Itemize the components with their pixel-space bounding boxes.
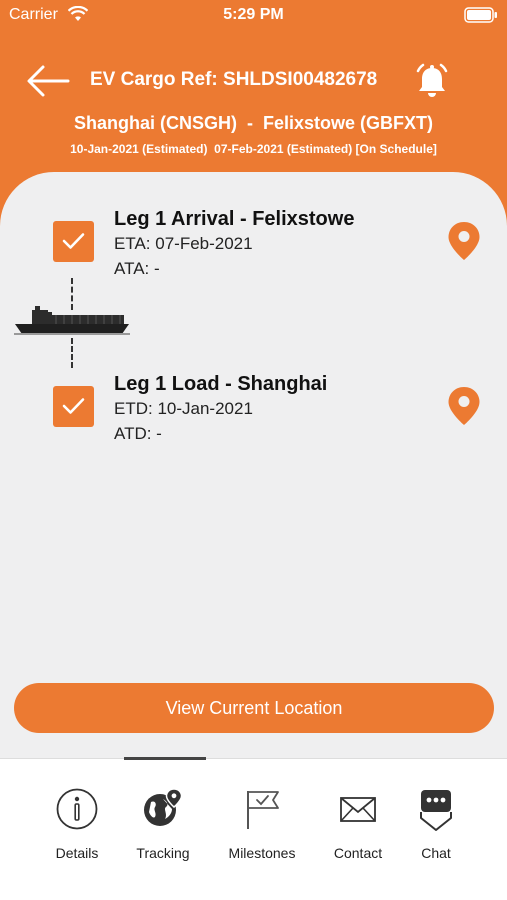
view-current-location-button[interactable]: View Current Location — [14, 683, 494, 733]
schedule-dates: 10-Jan-2021 (Estimated) 07-Feb-2021 (Est… — [70, 142, 437, 156]
active-tab-indicator — [124, 757, 206, 760]
status-time: 5:29 PM — [223, 6, 284, 23]
leg-atd: ATD: - — [114, 424, 162, 443]
leg-load-checkbox[interactable] — [53, 386, 94, 427]
tab-chat[interactable]: Chat — [386, 787, 486, 867]
tab-label: Details — [55, 845, 99, 861]
tab-label: Chat — [421, 845, 451, 861]
ship-icon — [14, 306, 130, 335]
checkmark-icon — [62, 398, 85, 414]
leg-title: Leg 1 Arrival - Felixstowe — [114, 208, 355, 230]
envelope-icon — [340, 797, 376, 822]
tab-bar: Details Tracking Milestones Contact Chat — [0, 757, 507, 900]
leg-arrival-checkbox[interactable] — [53, 221, 94, 262]
info-icon — [56, 788, 98, 830]
tab-label: Milestones — [228, 845, 296, 861]
globe-pin-icon — [144, 788, 183, 826]
leg-ata: ATA: - — [114, 259, 160, 278]
leg-eta: ETA: 07-Feb-2021 — [114, 234, 253, 253]
map-pin-icon[interactable] — [447, 221, 481, 261]
tab-details[interactable]: Details — [27, 787, 127, 867]
checkmark-icon — [62, 233, 85, 249]
chat-icon — [420, 790, 452, 831]
route-connector — [71, 338, 73, 368]
bell-alert-icon[interactable] — [413, 62, 451, 102]
leg-title: Leg 1 Load - Shanghai — [114, 373, 328, 395]
leg-load: Leg 1 Load - Shanghai ETD: 10-Jan-2021 A… — [0, 370, 507, 460]
map-pin-icon[interactable] — [447, 386, 481, 426]
route-label: Shanghai (CNSGH) - Felixstowe (GBFXT) — [73, 113, 433, 133]
leg-etd: ETD: 10-Jan-2021 — [114, 399, 253, 418]
back-arrow-icon[interactable] — [26, 64, 70, 98]
flag-icon — [247, 791, 279, 829]
status-bar: Carrier 5:29 PM — [0, 0, 507, 32]
cargo-ref-title: EV Cargo Ref: SHLDSI00482678 — [90, 69, 378, 90]
leg-arrival: Leg 1 Arrival - Felixstowe ETA: 07-Feb-2… — [0, 205, 507, 295]
tab-milestones[interactable]: Milestones — [212, 787, 312, 867]
tab-label: Tracking — [136, 845, 190, 861]
battery-icon — [464, 7, 497, 23]
tab-tracking[interactable]: Tracking — [113, 787, 213, 867]
